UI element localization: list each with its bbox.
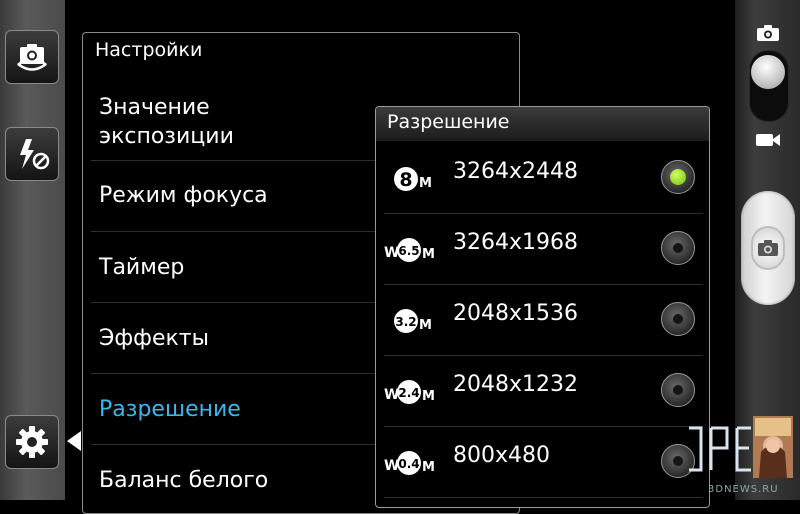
megapixel-badge-icon: 3.2 M [394, 309, 432, 333]
resolution-title: Разрешение [387, 111, 510, 133]
svg-text:0.4: 0.4 [398, 457, 419, 471]
svg-text:6.5: 6.5 [398, 244, 419, 258]
switch-camera-button[interactable] [5, 30, 59, 84]
radio-dot [673, 314, 683, 324]
shutter-camera-icon [758, 240, 778, 256]
resolution-option[interactable]: W 0.4 M 800x480 [376, 427, 709, 498]
resolution-radio[interactable] [661, 160, 695, 194]
resolution-label: 2048x1536 [453, 301, 578, 326]
megapixel-badge-icon: W0.4 M [384, 451, 435, 475]
svg-text:M: M [419, 318, 432, 333]
svg-text:W: W [384, 387, 399, 403]
megapixel-badge-icon: 8M [394, 167, 432, 191]
resolution-header: Разрешение [376, 107, 709, 141]
resolution-option[interactable]: W 6.5 M 3264x1968 [376, 214, 709, 285]
video-mode-icon [756, 134, 780, 146]
svg-text:3.2: 3.2 [395, 315, 416, 329]
resolution-radio[interactable] [661, 373, 695, 407]
resolution-label: 3264x2448 [453, 159, 578, 184]
resolution-radio[interactable] [661, 302, 695, 336]
settings-gear-icon [16, 426, 48, 458]
radio-dot [673, 456, 683, 466]
megapixel-badge-icon: W6.5 M [384, 238, 435, 262]
shutter-button-center[interactable] [751, 226, 785, 270]
resolution-label: 2048x1232 [453, 372, 578, 397]
flash-off-icon [20, 139, 50, 170]
divider [384, 497, 703, 498]
settings-button[interactable] [5, 415, 59, 469]
radio-dot [670, 169, 686, 185]
resolution-label: 3264x1968 [453, 230, 578, 255]
resolution-option[interactable]: 8 M 3264x2448 [376, 143, 709, 214]
svg-text:M: M [422, 247, 435, 262]
camera-mode-icon [757, 25, 779, 41]
svg-text:8: 8 [399, 169, 412, 191]
resolution-popup: Разрешение 8 M 3264x2448 W 6.5 M 3264x1968 3.2 M… [375, 106, 710, 508]
radio-dot [673, 243, 683, 253]
svg-text:W: W [384, 245, 399, 261]
resolution-option[interactable]: 3.2 M 2048x1536 [376, 285, 709, 356]
resolution-radio[interactable] [661, 231, 695, 265]
watermark-text: 3DNEWS.RU [708, 484, 779, 495]
switch-camera-icon [17, 44, 47, 71]
resolution-option[interactable]: W 2.4 M 2048x1232 [376, 356, 709, 427]
svg-text:M: M [422, 389, 435, 404]
svg-text:2.4: 2.4 [398, 386, 419, 400]
flash-off-button[interactable] [5, 127, 59, 181]
settings-title: Настройки [95, 39, 203, 61]
svg-text:W: W [384, 458, 399, 474]
svg-text:M: M [422, 460, 435, 475]
megapixel-badge-icon: W2.4 M [384, 380, 435, 404]
resolution-label: 800x480 [453, 443, 551, 468]
radio-dot [673, 385, 683, 395]
menu-pointer-arrow [67, 431, 81, 451]
svg-text:M: M [419, 176, 432, 191]
toggle-knob[interactable] [751, 55, 785, 89]
site-logo [689, 416, 793, 478]
